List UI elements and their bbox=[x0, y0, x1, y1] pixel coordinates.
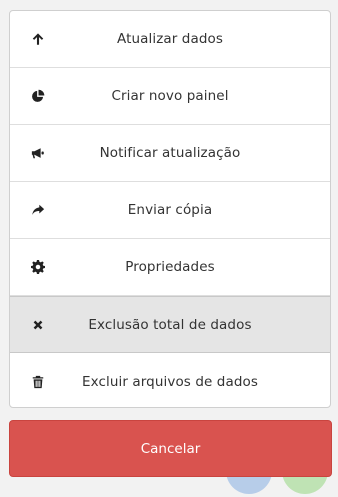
cancel-button[interactable]: Cancelar bbox=[9, 420, 332, 477]
arrow-up-icon bbox=[30, 31, 46, 47]
pie-chart-icon bbox=[30, 88, 46, 104]
menu-item-label: Atualizar dados bbox=[116, 31, 224, 47]
share-icon bbox=[30, 202, 46, 218]
menu-item-exclusao-total-de-dados[interactable]: Exclusão total de dados bbox=[10, 296, 330, 353]
trash-icon bbox=[30, 374, 46, 390]
menu-item-label: Enviar cópia bbox=[127, 202, 213, 218]
menu-item-excluir-arquivos-de-dados[interactable]: Excluir arquivos de dados bbox=[10, 353, 330, 407]
cancel-button-label: Cancelar bbox=[140, 440, 201, 457]
bullhorn-icon bbox=[30, 145, 46, 161]
menu-item-label: Propriedades bbox=[125, 259, 215, 275]
menu-item-label: Notificar atualização bbox=[99, 145, 241, 161]
close-icon bbox=[30, 317, 46, 333]
menu-item-label: Exclusão total de dados bbox=[88, 316, 252, 333]
gear-icon bbox=[30, 259, 46, 275]
action-sheet: Atualizar dados Criar novo painel Notifi… bbox=[9, 10, 331, 408]
menu-item-enviar-copia[interactable]: Enviar cópia bbox=[10, 182, 330, 239]
menu-item-propriedades[interactable]: Propriedades bbox=[10, 239, 330, 296]
menu-item-label: Criar novo painel bbox=[111, 88, 229, 104]
menu-item-atualizar-dados[interactable]: Atualizar dados bbox=[10, 11, 330, 68]
menu-item-label: Excluir arquivos de dados bbox=[81, 373, 258, 390]
menu-item-notificar-atualizacao[interactable]: Notificar atualização bbox=[10, 125, 330, 182]
menu-item-criar-novo-painel[interactable]: Criar novo painel bbox=[10, 68, 330, 125]
